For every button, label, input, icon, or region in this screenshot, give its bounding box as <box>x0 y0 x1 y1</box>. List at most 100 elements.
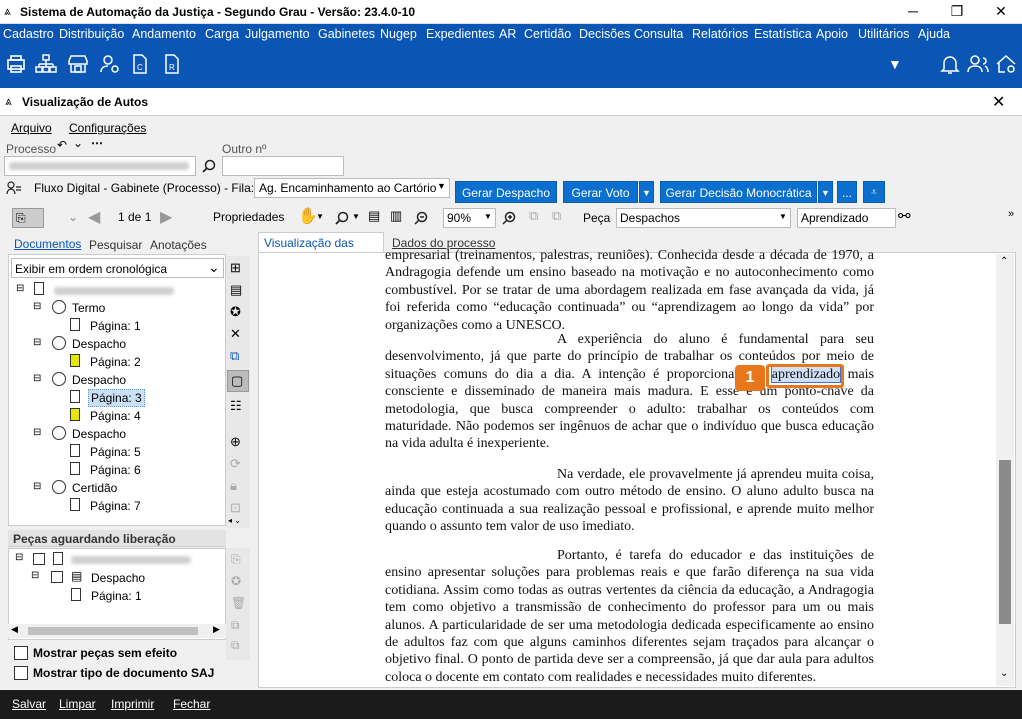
back-icon[interactable]: ↶ <box>57 138 67 152</box>
sem-efeito-checkbox[interactable] <box>14 646 28 660</box>
search-icon[interactable] <box>201 158 217 174</box>
tree-page-7[interactable]: Página: 7 <box>90 499 141 513</box>
menu-apoio[interactable]: Apoio <box>816 27 848 41</box>
tree-item-certidao[interactable]: Certidão <box>72 481 117 495</box>
tree-page-1[interactable]: Página: 1 <box>90 319 141 333</box>
notification-bell-icon[interactable] <box>938 52 962 76</box>
lock-icon[interactable]: 🔒︎ <box>230 478 237 494</box>
toolbar-dropdown-icon[interactable]: ▼ <box>888 56 902 72</box>
document-c-icon[interactable]: C <box>128 52 152 76</box>
menu-utilitarios[interactable]: Utilitários <box>858 27 909 41</box>
tree-collapse-icon[interactable]: ⊟ <box>33 337 41 348</box>
tree-collapse-icon[interactable]: ⊟ <box>33 481 41 492</box>
tab-visualizacao[interactable]: Visualização das peças <box>258 232 384 264</box>
limpar-button[interactable]: Limpar <box>59 697 96 711</box>
zoom-dropdown-icon[interactable]: ▼ <box>352 212 360 221</box>
previous-page-icon[interactable]: ◀ <box>88 207 100 227</box>
gerar-voto-button[interactable]: Gerar Voto <box>563 181 638 203</box>
more-actions-button[interactable]: ... <box>837 181 857 203</box>
document-r-icon[interactable]: R <box>160 52 184 76</box>
menu-nugep[interactable]: Nugep <box>380 27 417 41</box>
menu-ar[interactable]: AR <box>499 27 516 41</box>
tree-page-6[interactable]: Página: 6 <box>90 463 141 477</box>
order-select[interactable]: Exibir em ordem cronológica ⌄ <box>11 258 224 278</box>
minimize-button[interactable]: ─ <box>890 0 936 24</box>
tree-collapse-icon[interactable]: ⊟ <box>31 570 39 581</box>
first-page-icon[interactable]: ⌄ <box>68 210 78 224</box>
scroll-down-icon[interactable]: ⌄ <box>1000 668 1008 679</box>
text-search-input[interactable]: Aprendizado <box>797 208 896 228</box>
fila-select[interactable]: Ag. Encaminhamento ao Cartório ▼ <box>254 178 450 198</box>
history-chevron-icon[interactable]: ⌄ <box>73 136 83 150</box>
menu-estatistica[interactable]: Estatística <box>754 27 812 41</box>
user-settings-icon[interactable] <box>98 52 122 76</box>
scroll-right-icon[interactable]: ▶ <box>213 624 220 635</box>
fit-page-icon[interactable]: ▤ <box>368 208 380 224</box>
salvar-button[interactable]: Salvar <box>12 697 46 711</box>
fechar-button[interactable]: Fechar <box>173 697 210 711</box>
menu-andamento[interactable]: Andamento <box>132 27 196 41</box>
imprimir-button[interactable]: Imprimir <box>111 697 154 711</box>
unlock-icon[interactable]: ⊡ <box>230 500 241 516</box>
tree-page-2[interactable]: Página: 2 <box>90 355 141 369</box>
zoom-in-icon[interactable] <box>501 210 517 226</box>
maximize-button[interactable]: ❐ <box>934 0 980 24</box>
hierarchy-icon[interactable] <box>34 52 58 76</box>
annotate-button[interactable]: ▢ <box>227 370 249 392</box>
paste-icon[interactable]: ⧉ <box>552 208 561 224</box>
move-icon[interactable]: ⧉ <box>231 638 240 653</box>
outro-numero-input[interactable] <box>222 156 344 176</box>
peca-select[interactable]: Despachos ▼ <box>616 208 791 228</box>
gerar-decisao-button[interactable]: Gerar Decisão Monocrática <box>660 181 817 203</box>
subwindow-close-icon[interactable]: ✕ <box>992 92 1005 112</box>
menu-certidao[interactable]: Certidão <box>524 27 571 41</box>
process-root-blurred[interactable] <box>54 287 174 295</box>
menu-cadastro[interactable]: Cadastro <box>3 27 54 41</box>
menu-configuracoes[interactable]: Configurações <box>69 121 146 135</box>
zoom-select[interactable]: 90% ▼ <box>443 208 496 228</box>
pending-page-1[interactable]: Página: 1 <box>91 589 142 603</box>
checkbox[interactable] <box>51 571 63 583</box>
view-mode-toggle[interactable]: ⎘ <box>12 208 44 228</box>
sign-pending-icon[interactable]: ⎘ <box>231 552 241 567</box>
more-options-icon[interactable]: ⋯ <box>91 136 103 150</box>
next-page-icon[interactable]: ▶ <box>160 207 172 227</box>
checkbox[interactable] <box>33 553 45 565</box>
tab-pesquisar[interactable]: Pesquisar <box>89 238 142 252</box>
tree-page-3-selected[interactable]: Página: 3 <box>88 389 145 407</box>
scroll-arrows-icon[interactable]: ◂ ⌄ <box>228 516 241 525</box>
menu-relatorios[interactable]: Relatórios <box>692 27 748 41</box>
menu-gabinetes[interactable]: Gabinetes <box>318 27 375 41</box>
seal-pending-icon[interactable]: ✪ <box>231 574 241 588</box>
binoculars-icon[interactable]: ⚯ <box>898 207 911 225</box>
printer-icon[interactable] <box>4 52 28 76</box>
tree-item-despacho[interactable]: Despacho <box>72 337 126 351</box>
tree-item-termo[interactable]: Termo <box>72 301 105 315</box>
tree-collapse-icon[interactable]: ⊟ <box>33 301 41 312</box>
hand-tool-icon[interactable]: ✋ <box>298 206 318 226</box>
copy-icon[interactable]: ⧉ <box>529 208 538 224</box>
tipo-doc-checkbox[interactable] <box>14 666 28 680</box>
menu-carga[interactable]: Carga <box>205 27 239 41</box>
processo-input[interactable] <box>4 156 196 176</box>
print-doc-icon[interactable]: ▤ <box>230 282 242 298</box>
users-icon[interactable] <box>966 52 990 76</box>
pending-despacho[interactable]: Despacho <box>91 571 145 585</box>
menu-arquivo[interactable]: Arquivo <box>11 121 52 135</box>
menu-ajuda[interactable]: Ajuda <box>918 27 950 41</box>
gerar-voto-dropdown-icon[interactable]: ▼ <box>639 181 654 203</box>
tree-page-4[interactable]: Página: 4 <box>90 409 141 423</box>
menu-distribuicao[interactable]: Distribuição <box>59 27 124 41</box>
overflow-icon[interactable]: » <box>1008 208 1014 220</box>
gerar-decisao-dropdown-icon[interactable]: ▼ <box>818 181 833 203</box>
zoom-out-icon[interactable] <box>413 210 429 226</box>
compare-icon[interactable]: ⧉ <box>230 348 239 364</box>
menu-julgamento[interactable]: Julgamento <box>245 27 310 41</box>
sign-icon[interactable]: ✪ <box>230 304 241 320</box>
viewer-scrollbar[interactable]: ⌃ ⌄ <box>996 254 1014 686</box>
menu-expedientes[interactable]: Expedientes <box>426 27 495 41</box>
store-icon[interactable] <box>66 52 90 76</box>
menu-consulta[interactable]: Consulta <box>634 27 683 41</box>
zoom-icon[interactable] <box>334 210 350 226</box>
export-icon[interactable]: ⧉ <box>231 618 240 633</box>
